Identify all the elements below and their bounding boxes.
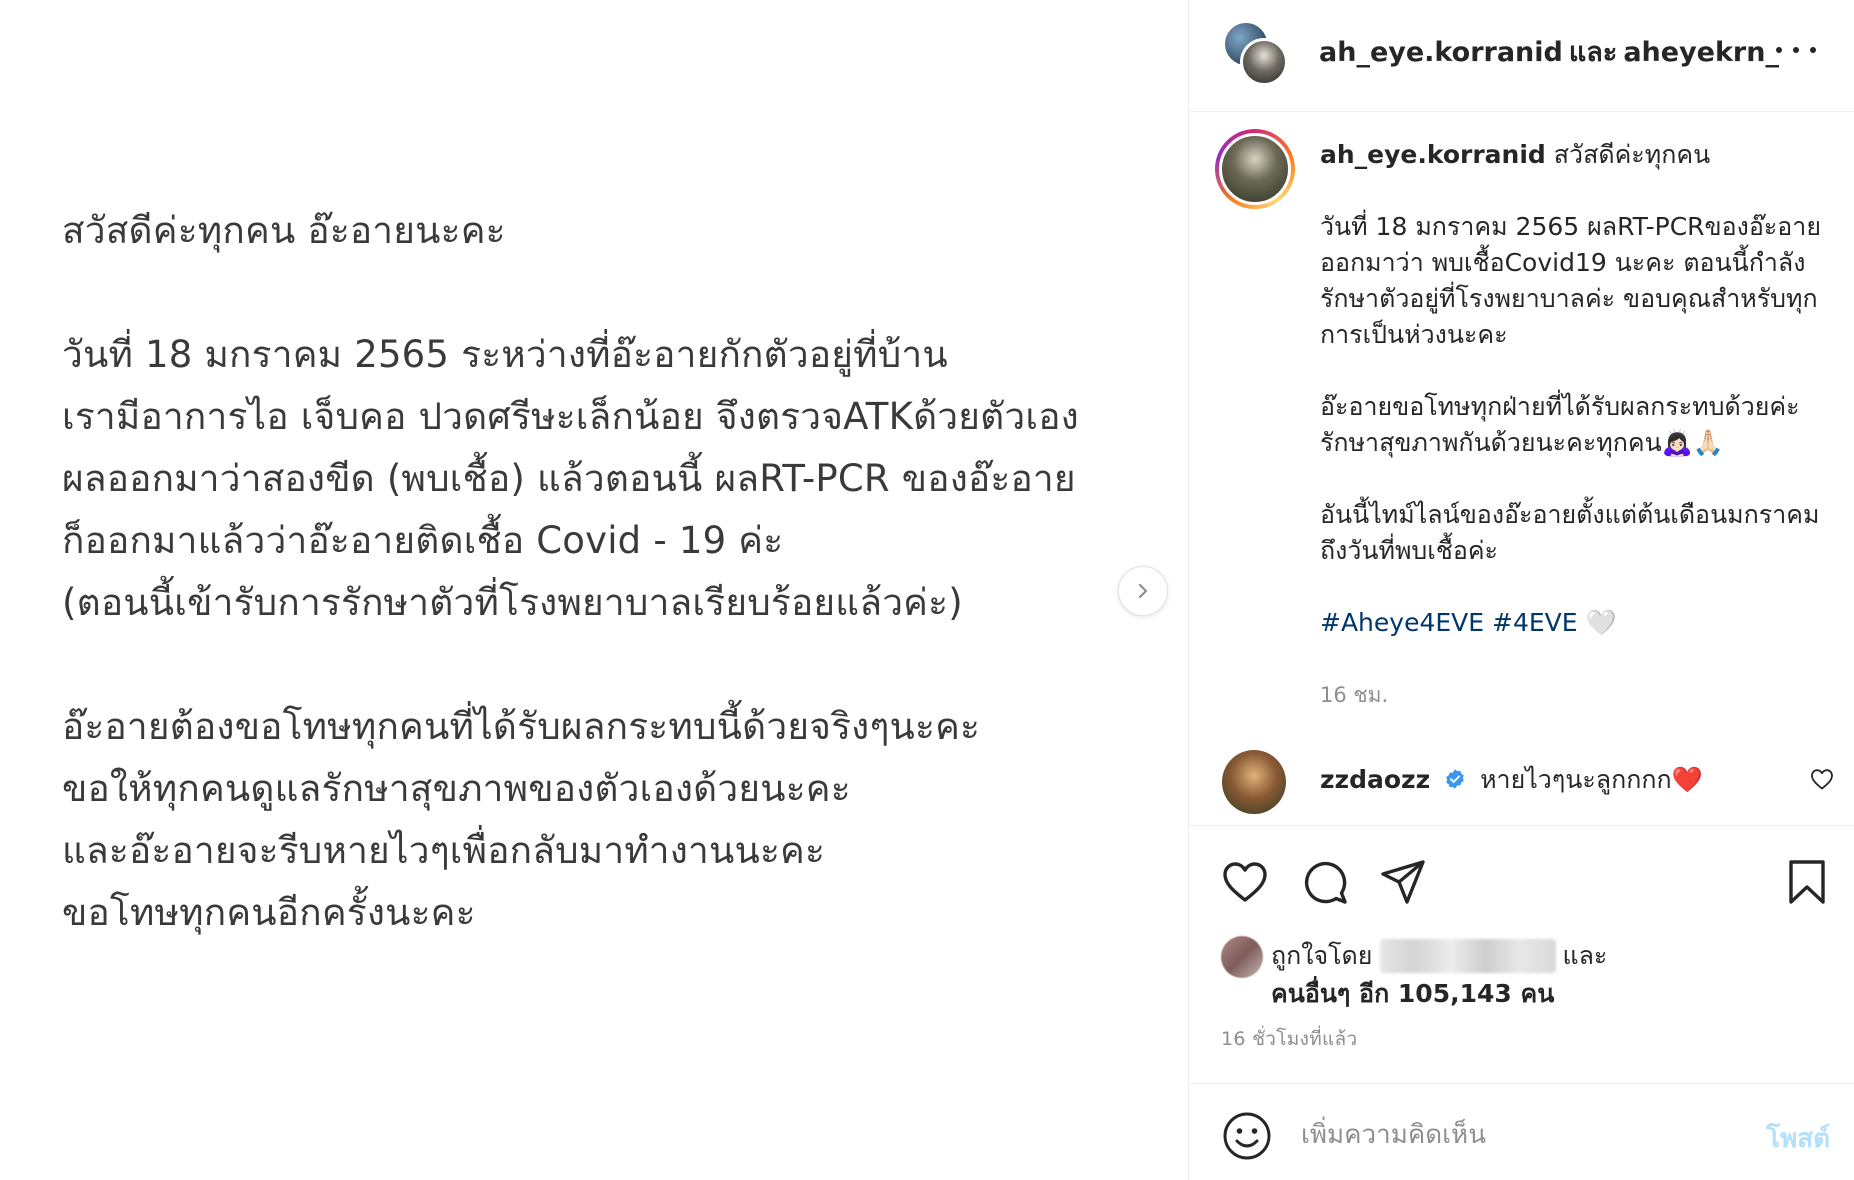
media-paragraph-2: วันที่ 18 มกราคม 2565 ระหว่างที่อ๊ะอายกั… (62, 324, 1162, 634)
likes-suffix: และ (1562, 941, 1608, 970)
collab-avatars[interactable] (1222, 20, 1292, 90)
caption-first-line: ah_eye.korranid สวัสดีค่ะทุกคน (1320, 137, 1830, 173)
like-button[interactable] (1221, 858, 1269, 906)
verified-badge-icon (1446, 769, 1464, 789)
media-line: ขอโทษทุกคนอีกครั้งนะคะ (62, 891, 476, 934)
instagram-post-view: สวัสดีค่ะทุกคน อ๊ะอายนะคะ วันที่ 18 มกรา… (0, 0, 1854, 1180)
comment-button[interactable] (1301, 858, 1349, 906)
media-text: สวัสดีค่ะทุกคน อ๊ะอายนะคะ วันที่ 18 มกรา… (62, 200, 1162, 1006)
likes-prefix: ถูกใจโดย (1271, 941, 1373, 970)
paper-plane-icon (1381, 860, 1425, 904)
comment-body: zzdaozz หายไวๆนะลูกกกก❤️ (1320, 760, 1703, 800)
comment-username[interactable]: zzdaozz (1320, 765, 1430, 794)
likes-line: ถูกใจโดย และ (1271, 936, 1607, 976)
white-heart-emoji: 🤍 (1585, 608, 1617, 637)
chevron-right-icon (1138, 583, 1148, 599)
caption-paragraph: วันที่ 18 มกราคม 2565 ผลRT-PCRของอ๊ะอาย … (1320, 212, 1821, 349)
author-avatar[interactable] (1215, 129, 1295, 209)
emoji-button[interactable] (1222, 1111, 1272, 1161)
avatar[interactable] (1222, 750, 1286, 814)
comments-scroll-area[interactable]: ah_eye.korranid สวัสดีค่ะทุกคน วันที่ 18 … (1189, 113, 1854, 826)
header-username-1[interactable]: ah_eye.korranid (1319, 37, 1563, 68)
avatar (1240, 38, 1288, 86)
caption-paragraph: อันนี้ไทม์ไลน์ของอ๊ะอายตั้งแต่ต้นเดือนมก… (1320, 500, 1820, 565)
dot-icon (1776, 47, 1782, 53)
media-line: ผลออกมาว่าสองขีด (พบเชื้อ) แล้วตอนนี้ ผล… (62, 457, 1076, 500)
caption-greeting: สวัสดีค่ะทุกคน (1553, 140, 1711, 169)
likes-count[interactable]: คนอื่นๆ อีก 105,143 คน (1271, 974, 1554, 1014)
avatar[interactable] (1221, 936, 1263, 978)
header-usernames: ah_eye.korranid และ aheyekrn_ (1319, 30, 1779, 73)
post-caption: ah_eye.korranid สวัสดีค่ะทุกคน วันที่ 18 … (1320, 137, 1830, 713)
post-timestamp[interactable]: 16 ชั่วโมงที่แล้ว (1221, 1024, 1357, 1054)
bookmark-icon (1789, 860, 1825, 904)
add-comment-bar: โพสต์ (1189, 1083, 1854, 1180)
header-conjunction: และ (1568, 37, 1618, 68)
dot-icon (1793, 47, 1799, 53)
media-paragraph-1: สวัสดีค่ะทุกคน อ๊ะอายนะคะ (62, 200, 1162, 262)
comment-like-button[interactable] (1810, 768, 1834, 794)
caption-paragraph: อ๊ะอายขอโทษทุกฝ่ายที่ได้รับผลกระทบด้วยค่… (1320, 392, 1800, 457)
dot-icon (1810, 47, 1816, 53)
post-media: สวัสดีค่ะทุกคน อ๊ะอายนะคะ วันที่ 18 มกรา… (0, 0, 1188, 1180)
post-sidebar: ah_eye.korranid และ aheyekrn_ ah_eye.korra… (1189, 0, 1854, 1180)
comment-text: หายไวๆนะลูกกกก❤️ (1480, 765, 1703, 794)
hashtag-link[interactable]: #Aheye4EVE #4EVE (1320, 608, 1578, 637)
action-bar (1189, 826, 1854, 926)
media-line: ขอให้ทุกคนดูแลรักษาสุขภาพของตัวเองด้วยนะ… (62, 767, 851, 810)
media-line: อ๊ะอายต้องขอโทษทุกคนที่ได้รับผลกระทบนี้ด… (62, 705, 981, 748)
heart-outline-icon (1811, 769, 1833, 790)
media-line: (ตอนนี้เข้ารับการรักษาตัวที่โรงพยาบาลเรี… (62, 581, 963, 624)
post-comment-button[interactable]: โพสต์ (1766, 1118, 1830, 1159)
caption-username[interactable]: ah_eye.korranid (1320, 140, 1546, 169)
header-username-2[interactable]: aheyekrn_ (1623, 37, 1779, 68)
post-header: ah_eye.korranid และ aheyekrn_ (1189, 0, 1854, 112)
media-line: วันที่ 18 มกราคม 2565 ระหว่างที่อ๊ะอายกั… (62, 333, 948, 376)
media-line: เรามีอาการไอ เจ็บคอ ปวดศรีษะเล็กน้อย จึง… (62, 395, 1079, 438)
caption-hashtags: #Aheye4EVE #4EVE 🤍 (1320, 605, 1830, 641)
media-line: และอ๊ะอายจะรีบหายไวๆเพื่อกลับมาทำงานนะคะ (62, 829, 826, 872)
media-paragraph-3: อ๊ะอายต้องขอโทษทุกคนที่ได้รับผลกระทบนี้ด… (62, 696, 1162, 944)
heart-outline-icon (1223, 862, 1267, 902)
comment-input[interactable] (1299, 1110, 1739, 1160)
share-button[interactable] (1379, 858, 1427, 906)
media-line: สวัสดีค่ะทุกคน อ๊ะอายนะคะ (62, 209, 506, 252)
speech-bubble-icon (1304, 861, 1347, 904)
smiley-icon (1223, 1112, 1271, 1160)
blurred-username[interactable] (1380, 939, 1557, 973)
media-line: ก็ออกมาแล้วว่าอ๊ะอายติดเชื้อ Covid - 19 … (62, 519, 784, 562)
avatar (1219, 133, 1291, 205)
more-options-button[interactable] (1776, 38, 1816, 62)
comment-item: zzdaozz หายไวๆนะลูกกกก❤️ (1222, 750, 1842, 820)
next-slide-button[interactable] (1118, 566, 1168, 616)
caption-time: 16 ชม. (1320, 683, 1389, 707)
save-button[interactable] (1783, 858, 1831, 906)
